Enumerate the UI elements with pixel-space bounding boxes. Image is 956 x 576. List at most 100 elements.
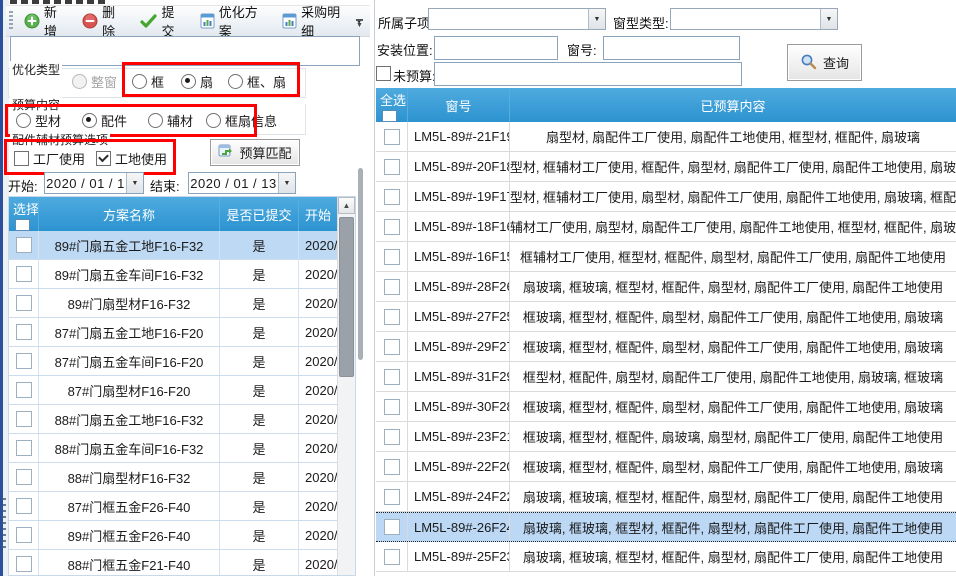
chevron-down-icon[interactable]: ▼: [126, 173, 143, 193]
row-checkbox[interactable]: [16, 469, 32, 485]
scroll-up-icon[interactable]: ▲: [338, 197, 355, 214]
header-window-no[interactable]: 窗号: [408, 88, 510, 122]
row-checkbox[interactable]: [16, 237, 32, 253]
chevron-down-icon[interactable]: ▼: [588, 9, 605, 29]
row-checkbox[interactable]: [384, 489, 400, 505]
row-checkbox[interactable]: [16, 324, 32, 340]
table-row[interactable]: 89#门扇型材F16-F32 是 2020/0: [9, 289, 355, 318]
table-row[interactable]: LM5L-89#-28F26 扇玻璃, 框玻璃, 框型材, 框配件, 扇型材, …: [376, 272, 956, 302]
table-row[interactable]: 87#门扇型材F16-F20 是 2020/0: [9, 376, 355, 405]
table-row[interactable]: LM5L-89#-25F23 扇玻璃, 框玻璃, 框型材, 框配件, 扇型材, …: [376, 542, 956, 572]
table-row[interactable]: 87#门扇五金车间F16-F20 是 2020/0: [9, 347, 355, 376]
chevron-down-icon[interactable]: ▼: [278, 173, 295, 193]
row-checkbox[interactable]: [16, 266, 32, 282]
row-checkbox[interactable]: [16, 295, 32, 311]
table-row[interactable]: 87#门框五金F26-F40 是 2020/0: [9, 492, 355, 521]
table-row[interactable]: LM5L-89#-26F24 扇玻璃, 框玻璃, 框型材, 框配件, 扇型材, …: [376, 512, 956, 542]
sub-item-dropdown[interactable]: ▼: [428, 8, 606, 30]
toolbar-grip[interactable]: [9, 11, 13, 31]
table-row[interactable]: LM5L-89#-21F19 扇型材, 扇配件工厂使用, 扇配件工地使用, 框型…: [376, 122, 956, 152]
radio-frame[interactable]: 框: [132, 72, 164, 91]
table-row[interactable]: 89#门扇五金工地F16-F32 是 2020/0: [9, 231, 355, 260]
table-row[interactable]: 88#门扇五金车间F16-F32 是 2020/0: [9, 434, 355, 463]
budget-match-button[interactable]: 预算匹配: [210, 139, 300, 166]
table-row[interactable]: LM5L-89#-22F20 框玻璃, 框型材, 框配件, 扇型材, 扇配件工厂…: [376, 452, 956, 482]
radio-icon[interactable]: [181, 74, 196, 89]
chevron-down-icon[interactable]: ▼: [820, 9, 837, 29]
radio-profile[interactable]: 型材: [16, 111, 61, 130]
table-row[interactable]: 88#门扇五金工地F16-F32 是 2020/0: [9, 405, 355, 434]
table-row[interactable]: LM5L-89#-16F15 框辅材工厂使用, 框型材, 框配件, 扇型材, 扇…: [376, 242, 956, 272]
row-checkbox[interactable]: [384, 249, 400, 265]
row-checkbox[interactable]: [16, 353, 32, 369]
radio-frame-sash[interactable]: 框、扇: [228, 72, 286, 91]
splitter-grip-dots[interactable]: [3, 498, 6, 548]
row-checkbox[interactable]: [16, 527, 32, 543]
query-button[interactable]: 查询: [787, 44, 862, 81]
row-checkbox[interactable]: [384, 189, 400, 205]
radio-sash[interactable]: 扇: [181, 72, 213, 91]
table-row[interactable]: LM5L-89#-29F27 框玻璃, 框型材, 框配件, 扇型材, 扇配件工厂…: [376, 332, 956, 362]
plan-filter-input[interactable]: [10, 36, 360, 66]
radio-accessory[interactable]: 配件: [82, 111, 127, 130]
radio-icon[interactable]: [148, 113, 163, 128]
date-end-picker[interactable]: 2020 / 01 / 13 ▼: [188, 172, 296, 194]
plan-table-scrollbar[interactable]: ▲: [337, 197, 355, 575]
radio-icon[interactable]: [82, 113, 97, 128]
header-submitted[interactable]: 是否已提交: [220, 197, 299, 231]
row-checkbox[interactable]: [384, 339, 400, 355]
table-row[interactable]: LM5L-89#-20F18 框型材, 框辅材工厂使用, 框配件, 扇型材, 扇…: [376, 152, 956, 182]
row-checkbox[interactable]: [384, 129, 400, 145]
row-checkbox[interactable]: [16, 440, 32, 456]
row-checkbox[interactable]: [384, 219, 400, 235]
row-checkbox[interactable]: [16, 498, 32, 514]
radio-auxiliary[interactable]: 辅材: [148, 111, 193, 130]
not-budgeted-input[interactable]: [434, 62, 742, 86]
row-checkbox[interactable]: [384, 519, 400, 535]
row-checkbox[interactable]: [16, 556, 32, 572]
row-checkbox[interactable]: [384, 369, 400, 385]
window-no-input[interactable]: [603, 36, 740, 60]
table-row[interactable]: 87#门扇五金工地F16-F20 是 2020/0: [9, 318, 355, 347]
header-plan-name[interactable]: 方案名称: [39, 197, 220, 231]
row-checkbox[interactable]: [384, 279, 400, 295]
table-row[interactable]: 88#门框五金F21-F40 是 2020/0: [9, 550, 355, 576]
row-checkbox[interactable]: [16, 382, 32, 398]
radio-frame-sash-info[interactable]: 框扇信息: [206, 111, 277, 130]
radio-icon[interactable]: [228, 74, 243, 89]
table-row[interactable]: LM5L-89#-31F29 框型材, 框配件, 扇型材, 扇配件工厂使用, 扇…: [376, 362, 956, 392]
table-row[interactable]: LM5L-89#-30F28 框玻璃, 框型材, 框配件, 扇型材, 扇配件工厂…: [376, 392, 956, 422]
select-all-checkbox[interactable]: [15, 219, 30, 231]
window-type-dropdown[interactable]: ▼: [670, 8, 838, 30]
radio-icon[interactable]: [206, 113, 221, 128]
radio-icon[interactable]: [16, 113, 31, 128]
checkbox-factory-use[interactable]: 工厂使用: [14, 149, 85, 168]
panel-splitter[interactable]: [358, 168, 363, 360]
scrollbar-thumb[interactable]: [339, 217, 354, 377]
table-row[interactable]: 88#门扇型材F16-F32 是 2020/0: [9, 463, 355, 492]
row-checkbox[interactable]: [384, 459, 400, 475]
date-start-picker[interactable]: 2020 / 01 / 1 ▼: [44, 172, 144, 194]
row-checkbox[interactable]: [384, 159, 400, 175]
not-budgeted-checkbox[interactable]: [376, 66, 391, 81]
row-checkbox[interactable]: [384, 309, 400, 325]
row-checkbox[interactable]: [16, 411, 32, 427]
checkbox-icon[interactable]: [96, 151, 111, 166]
row-checkbox[interactable]: [384, 429, 400, 445]
table-row[interactable]: 89#门框五金F26-F40 是 2020/0: [9, 521, 355, 550]
toolbar-overflow-button[interactable]: ▼: [353, 12, 366, 34]
header-start[interactable]: 开始: [299, 197, 340, 231]
table-row[interactable]: LM5L-89#-19F17 框型材, 框辅材工厂使用, 扇型材, 扇配件工厂使…: [376, 182, 956, 212]
table-row[interactable]: LM5L-89#-24F22 扇玻璃, 框玻璃, 框型材, 框配件, 扇型材, …: [376, 482, 956, 512]
table-row[interactable]: 89#门扇五金车间F16-F32 是 2020/0: [9, 260, 355, 289]
table-row[interactable]: LM5L-89#-27F25 框玻璃, 框型材, 框配件, 扇型材, 扇配件工厂…: [376, 302, 956, 332]
select-all-checkbox[interactable]: [382, 110, 397, 122]
row-checkbox[interactable]: [384, 549, 400, 565]
install-pos-input[interactable]: [434, 36, 558, 60]
table-row[interactable]: LM5L-89#-23F21 框玻璃, 框型材, 框配件, 扇玻璃, 扇型材, …: [376, 422, 956, 452]
table-row[interactable]: LM5L-89#-18F16 框辅材工厂使用, 扇型材, 扇配件工厂使用, 扇配…: [376, 212, 956, 242]
header-budgeted-content[interactable]: 已预算内容: [510, 88, 956, 122]
checkbox-icon[interactable]: [14, 151, 29, 166]
checkbox-site-use[interactable]: 工地使用: [96, 149, 167, 168]
row-checkbox[interactable]: [384, 399, 400, 415]
